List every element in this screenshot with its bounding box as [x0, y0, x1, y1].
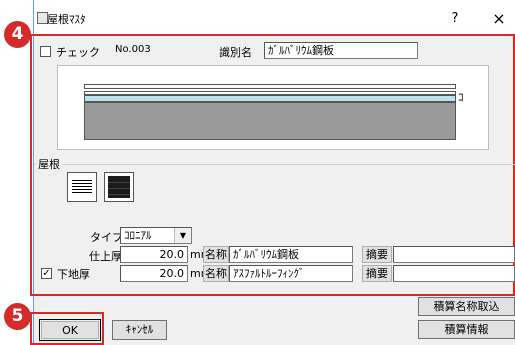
type-label: タイプ	[90, 231, 123, 244]
finish-summary-input[interactable]	[393, 246, 515, 263]
base-thickness-checkbox[interactable]: ✓	[41, 268, 52, 279]
dark-tile-icon	[108, 176, 130, 198]
check-label: チェック	[56, 46, 100, 59]
record-number: No.003	[115, 44, 151, 55]
ok-button[interactable]: OK	[41, 321, 99, 339]
ok-button-focus[interactable]: OK	[39, 319, 101, 341]
estimate-name-import-button[interactable]: 積算名称取込	[418, 297, 515, 316]
type-select-value: ｺﾛﾆｱﾙ	[124, 229, 152, 242]
finish-summary-button[interactable]: 摘要	[362, 246, 392, 263]
finish-thickness-label: 仕上厚	[89, 250, 122, 263]
estimate-info-button[interactable]: 積算情報	[418, 320, 515, 339]
preview-marker: ｺ	[458, 91, 464, 104]
base-summary-input[interactable]	[393, 265, 515, 282]
close-button[interactable]: ×	[484, 9, 514, 29]
cancel-button[interactable]: ｷｬﾝｾﾙ	[112, 320, 167, 340]
window-title: 屋根ﾏｽﾀ	[47, 13, 86, 26]
base-name-input[interactable]: ｱｽﾌｧﾙﾄﾙｰﾌｨﾝｸﾞ	[229, 265, 353, 282]
horizontal-lines-icon	[72, 180, 92, 193]
step4-badge: 4	[4, 21, 31, 48]
layer-structure	[84, 102, 456, 140]
finish-thickness-input[interactable]: 20.0	[120, 246, 188, 263]
layer-base	[84, 95, 456, 102]
pattern-solid-button[interactable]	[104, 172, 134, 202]
help-button[interactable]: ?	[440, 9, 470, 29]
finish-name-button[interactable]: 名称	[203, 246, 229, 263]
base-thickness-input[interactable]: 20.0	[120, 265, 188, 282]
type-select[interactable]: ｺﾛﾆｱﾙ ▼	[120, 227, 192, 244]
base-thickness-label: 下地厚	[57, 268, 90, 281]
base-summary-button[interactable]: 摘要	[362, 265, 392, 282]
step5-badge: 5	[4, 303, 31, 330]
preview-panel: ｺ	[57, 65, 489, 150]
roof-group-label: 屋根	[36, 156, 62, 172]
id-name-input[interactable]: ｶﾞﾙﾊﾞﾘｳﾑ鋼板	[264, 42, 418, 59]
pattern-lines-button[interactable]	[67, 172, 97, 202]
base-name-button[interactable]: 名称	[203, 265, 229, 282]
layer-finish	[84, 84, 456, 89]
check-checkbox[interactable]	[40, 46, 51, 57]
finish-name-input[interactable]: ｶﾞﾙﾊﾞﾘｳﾑ鋼板	[229, 246, 353, 263]
id-name-label: 識別名	[219, 46, 252, 59]
chevron-down-icon[interactable]: ▼	[174, 228, 191, 243]
